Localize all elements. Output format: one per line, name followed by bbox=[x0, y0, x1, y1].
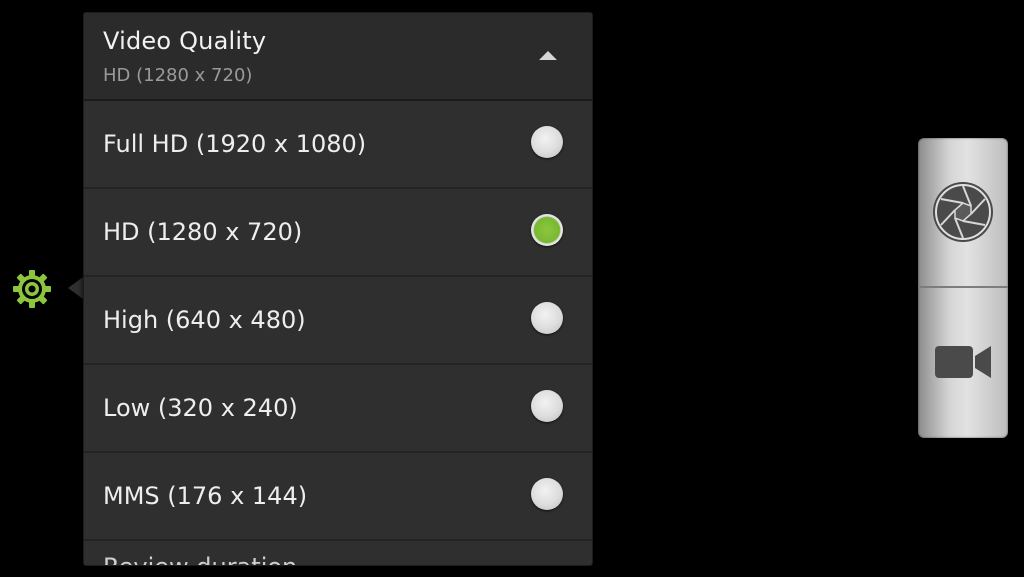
radio-button[interactable] bbox=[531, 126, 563, 158]
option-high[interactable]: High (640 x 480) bbox=[84, 277, 592, 365]
option-label: Low (320 x 240) bbox=[103, 394, 298, 422]
radio-button[interactable] bbox=[531, 478, 563, 510]
popup-header[interactable]: Video Quality HD (1280 x 720) bbox=[84, 13, 592, 101]
camera-screen: Video Quality HD (1280 x 720) Full HD (1… bbox=[0, 0, 1024, 577]
chevron-up-icon[interactable] bbox=[539, 51, 557, 60]
option-full-hd[interactable]: Full HD (1920 x 1080) bbox=[84, 101, 592, 189]
gear-icon bbox=[13, 270, 51, 308]
option-mms[interactable]: MMS (176 x 144) bbox=[84, 453, 592, 541]
next-setting-label: Review duration bbox=[103, 553, 297, 565]
radio-button-selected[interactable] bbox=[531, 214, 563, 246]
options-list: Full HD (1920 x 1080) HD (1280 x 720) Hi… bbox=[84, 101, 592, 565]
option-low[interactable]: Low (320 x 240) bbox=[84, 365, 592, 453]
camera-mode-switch bbox=[918, 138, 1008, 438]
option-label: HD (1280 x 720) bbox=[103, 218, 303, 246]
option-hd[interactable]: HD (1280 x 720) bbox=[84, 189, 592, 277]
shutter-icon bbox=[933, 182, 993, 242]
option-label: High (640 x 480) bbox=[103, 306, 306, 334]
next-setting-row[interactable]: Review duration bbox=[84, 541, 592, 565]
option-label: MMS (176 x 144) bbox=[103, 482, 308, 510]
video-quality-popup: Video Quality HD (1280 x 720) Full HD (1… bbox=[83, 12, 593, 566]
video-camera-icon bbox=[935, 346, 991, 378]
video-mode-button[interactable] bbox=[918, 288, 1008, 436]
popup-title: Video Quality bbox=[103, 27, 267, 55]
settings-button[interactable] bbox=[10, 267, 54, 311]
radio-button[interactable] bbox=[531, 302, 563, 334]
photo-mode-button[interactable] bbox=[918, 138, 1008, 286]
radio-button[interactable] bbox=[531, 390, 563, 422]
popup-pointer bbox=[68, 277, 83, 299]
option-label: Full HD (1920 x 1080) bbox=[103, 130, 367, 158]
current-value: HD (1280 x 720) bbox=[103, 65, 253, 86]
